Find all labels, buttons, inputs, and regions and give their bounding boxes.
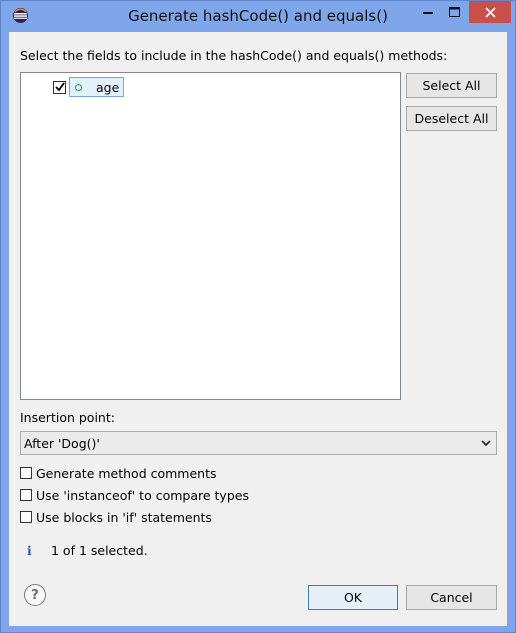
minimize-button[interactable] [414,1,441,23]
option-use-blocks[interactable]: Use blocks in 'if' statements [20,508,212,526]
insertion-point-select[interactable]: After 'Dog()' [20,431,497,455]
help-icon[interactable]: ? [24,584,46,606]
instruction-label: Select the fields to include in the hash… [20,48,448,63]
maximize-button[interactable] [441,1,468,23]
field-label: age [96,79,120,95]
option-checkbox[interactable] [20,511,32,523]
minimize-icon [422,12,433,14]
select-all-button[interactable]: Select All [406,73,497,98]
dialog-window: Generate hashCode() and equals() Select … [0,0,516,633]
field-row-age[interactable]: age [53,77,125,97]
close-icon [484,6,496,18]
option-use-instanceof[interactable]: Use 'instanceof' to compare types [20,486,249,504]
chevron-down-icon [481,440,491,447]
close-button[interactable] [469,1,511,23]
insertion-point-label: Insertion point: [20,410,115,425]
status-message: i 1 of 1 selected. [27,543,148,558]
maximize-icon [449,7,460,17]
checkmark-icon [54,82,65,92]
deselect-all-button[interactable]: Deselect All [406,106,497,131]
option-checkbox[interactable] [20,467,32,479]
status-text: 1 of 1 selected. [51,543,148,558]
option-checkbox[interactable] [20,489,32,501]
field-icon [75,83,82,91]
title-bar[interactable]: Generate hashCode() and equals() [1,1,515,32]
option-generate-comments[interactable]: Generate method comments [20,464,217,482]
info-icon: i [27,543,32,558]
field-checkbox[interactable] [53,80,66,94]
field-item[interactable]: age [69,77,125,97]
dialog-body: Select the fields to include in the hash… [9,32,507,626]
ok-button[interactable]: OK [308,585,398,610]
fields-tree[interactable]: age [20,72,401,400]
option-label: Use 'instanceof' to compare types [36,487,249,503]
cancel-button[interactable]: Cancel [406,585,497,610]
option-label: Generate method comments [36,465,217,481]
insertion-point-value: After 'Dog()' [24,435,100,451]
option-label: Use blocks in 'if' statements [36,509,212,525]
